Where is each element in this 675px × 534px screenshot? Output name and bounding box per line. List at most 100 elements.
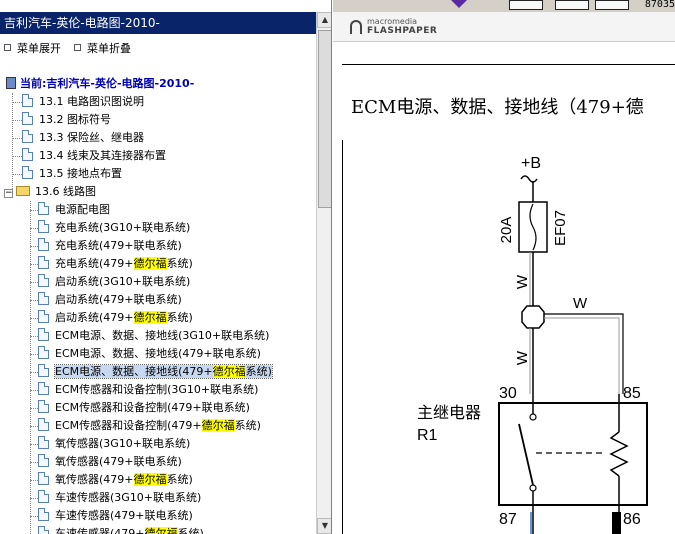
menu-collapse-button[interactable]: 菜单折叠	[74, 40, 131, 58]
label-part: ECM传感器和设备控制(479+	[55, 419, 202, 432]
tree-item-diagram[interactable]: ECM电源、数据、接地线(479+联电系统)	[38, 345, 261, 363]
label-part: 车速传感器(479+联电系统)	[55, 509, 193, 522]
logo-small-text: macromedia	[367, 17, 418, 26]
tree-line	[30, 336, 38, 337]
pin-30-label: 30	[499, 385, 517, 402]
relay-box	[498, 402, 648, 506]
tree-item-section[interactable]: 13.2 图标符号	[22, 111, 111, 129]
document-icon	[38, 454, 49, 467]
tree-item-label: 13.2 图标符号	[39, 113, 111, 126]
wire	[544, 313, 624, 394]
tree-folder-13-6[interactable]: − 13.6 线路图	[4, 183, 96, 201]
menu-expand-button[interactable]: 菜单展开	[4, 40, 61, 58]
tree-line	[12, 138, 22, 139]
tree-item-diagram[interactable]: 车速传感器(3G10+联电系统)	[38, 489, 201, 507]
tree-item-label: 氧传感器(479+联电系统)	[55, 455, 182, 468]
tree-item-label: 13.4 线束及其连接器布置	[39, 149, 166, 162]
label-part: 氧传感器(479+联电系统)	[55, 455, 182, 468]
tree-item-diagram[interactable]: 充电系统(479+联电系统)	[38, 237, 182, 255]
supply-label: +B	[521, 155, 541, 172]
tree-item-diagram[interactable]: ECM电源、数据、接地线(3G10+联电系统)	[38, 327, 269, 345]
tree-item-label: 充电系统(3G10+联电系统)	[55, 221, 190, 234]
label-part: 系统)	[177, 527, 204, 534]
tree-item-diagram[interactable]: 氧传感器(3G10+联电系统)	[38, 435, 190, 453]
document-icon	[22, 112, 33, 125]
toolbar-button-2[interactable]	[555, 0, 589, 10]
document-icon	[38, 508, 49, 521]
tree-item-diagram[interactable]: 启动系统(3G10+联电系统)	[38, 273, 190, 291]
tree-item-diagram[interactable]: 充电系统(479+德尔福系统)	[38, 255, 193, 273]
wire-label-3: W	[514, 350, 531, 365]
tree-item-label: 启动系统(479+德尔福系统)	[55, 311, 193, 324]
tree-line	[30, 201, 31, 534]
tree-item-diagram[interactable]: 车速传感器(479+德尔福系统)	[38, 525, 204, 534]
tree-item-diagram[interactable]: ECM电源、数据、接地线(479+德尔福系统)	[38, 363, 273, 381]
tree-line	[30, 462, 38, 463]
scroll-down-arrow-icon[interactable]: ▼	[317, 518, 331, 534]
tree-item-diagram[interactable]: 车速传感器(479+联电系统)	[38, 507, 193, 525]
document-icon	[38, 418, 49, 431]
tree-line	[30, 318, 38, 319]
relay-name: 主继电器	[417, 404, 481, 422]
document-view[interactable]: ECM电源、数据、接地线（479+德 +B 20A EF07 W W W 30 …	[333, 42, 675, 534]
tree-line	[12, 93, 13, 193]
navigation-pane: 吉利汽车-英伦-电路图-2010- 菜单展开 菜单折叠 当前:吉利汽车-英伦-电…	[0, 0, 332, 534]
document-icon	[38, 436, 49, 449]
scroll-up-arrow-icon[interactable]: ▲	[317, 12, 331, 28]
tree-item-section[interactable]: 13.4 线束及其连接器布置	[22, 147, 166, 165]
label-part: 充电系统(479+	[55, 257, 134, 270]
tree-item-label: 车速传感器(3G10+联电系统)	[55, 491, 201, 504]
document-icon	[38, 220, 49, 233]
tree-item-section[interactable]: 13.3 保险丝、继电器	[22, 129, 144, 147]
tree-item-label: ECM传感器和设备控制(3G10+联电系统)	[55, 383, 258, 396]
tree-item-label: 13.5 接地点布置	[39, 167, 122, 180]
tree-item-section[interactable]: 13.1 电路图识图说明	[22, 93, 144, 111]
circuit-diagram: +B 20A EF07 W W W 30 85 主继电器 R1 87 86	[417, 155, 648, 534]
vertical-scrollbar[interactable]: ▲ ▼	[316, 12, 331, 534]
tree-item-diagram[interactable]: 充电系统(3G10+联电系统)	[38, 219, 190, 237]
document-icon	[38, 382, 49, 395]
label-part: 启动系统(3G10+联电系统)	[55, 275, 191, 288]
tree-item-diagram[interactable]: ECM传感器和设备控制(479+联电系统)	[38, 399, 250, 417]
document-icon	[38, 202, 49, 215]
tree-item-label: ECM传感器和设备控制(479+德尔福系统)	[55, 419, 261, 432]
label-part: ECM电源、数据、接地线(479+	[55, 365, 213, 378]
contact	[529, 413, 537, 421]
tree-item-diagram[interactable]: ECM传感器和设备控制(479+德尔福系统)	[38, 417, 261, 435]
tree-root[interactable]: 当前:吉利汽车-英伦-电路图-2010-	[6, 75, 194, 93]
document-icon	[38, 310, 49, 323]
tree-item-diagram[interactable]: 氧传感器(479+联电系统)	[38, 453, 182, 471]
tree-view: 当前:吉利汽车-英伦-电路图-2010- 13.1 电路图识图说明 13.2 图标…	[0, 75, 316, 534]
toolbar-button-1[interactable]	[509, 0, 543, 10]
document-icon	[38, 490, 49, 503]
tree-item-label: 氧传感器(479+德尔福系统)	[55, 473, 193, 486]
tree-item-section[interactable]: 13.5 接地点布置	[22, 165, 122, 183]
tree-item-label: 启动系统(479+联电系统)	[55, 293, 182, 306]
label-part: ECM传感器和设备控制(479+联电系统)	[55, 401, 250, 414]
toolbar-button-3[interactable]	[595, 0, 629, 10]
supply-symbol	[520, 175, 538, 183]
tree-item-label: ECM传感器和设备控制(479+联电系统)	[55, 401, 250, 414]
label-part: 车速传感器(479+	[55, 527, 145, 534]
fuse-name: EF07	[552, 210, 569, 246]
tree-line	[30, 498, 38, 499]
document-icon	[22, 94, 33, 107]
label-part: ECM电源、数据、接地线(479+联电系统)	[55, 347, 261, 360]
document-icon	[38, 400, 49, 413]
label-part: 系统)	[166, 257, 193, 270]
tree-line	[30, 408, 38, 409]
label-part: 系统)	[166, 473, 193, 486]
document-pane: 87035 macromedia FLASHPAPER ECM电源、数据、接地线…	[333, 0, 675, 534]
tree-item-diagram[interactable]: 启动系统(479+德尔福系统)	[38, 309, 193, 327]
tree-item-diagram[interactable]: 启动系统(479+联电系统)	[38, 291, 182, 309]
document-icon	[38, 328, 49, 341]
tree-item-diagram[interactable]: ECM传感器和设备控制(3G10+联电系统)	[38, 381, 258, 399]
document-icon	[38, 238, 49, 251]
tree-item-label: ECM电源、数据、接地线(479+德尔福系统)	[54, 364, 273, 379]
tree-line	[30, 372, 38, 373]
tree-item-diagram[interactable]: 电源配电图	[38, 201, 110, 219]
tree-item-label: 充电系统(479+联电系统)	[55, 239, 182, 252]
tree-line	[30, 210, 38, 211]
scroll-thumb[interactable]	[318, 30, 331, 208]
tree-item-diagram[interactable]: 氧传感器(479+德尔福系统)	[38, 471, 193, 489]
